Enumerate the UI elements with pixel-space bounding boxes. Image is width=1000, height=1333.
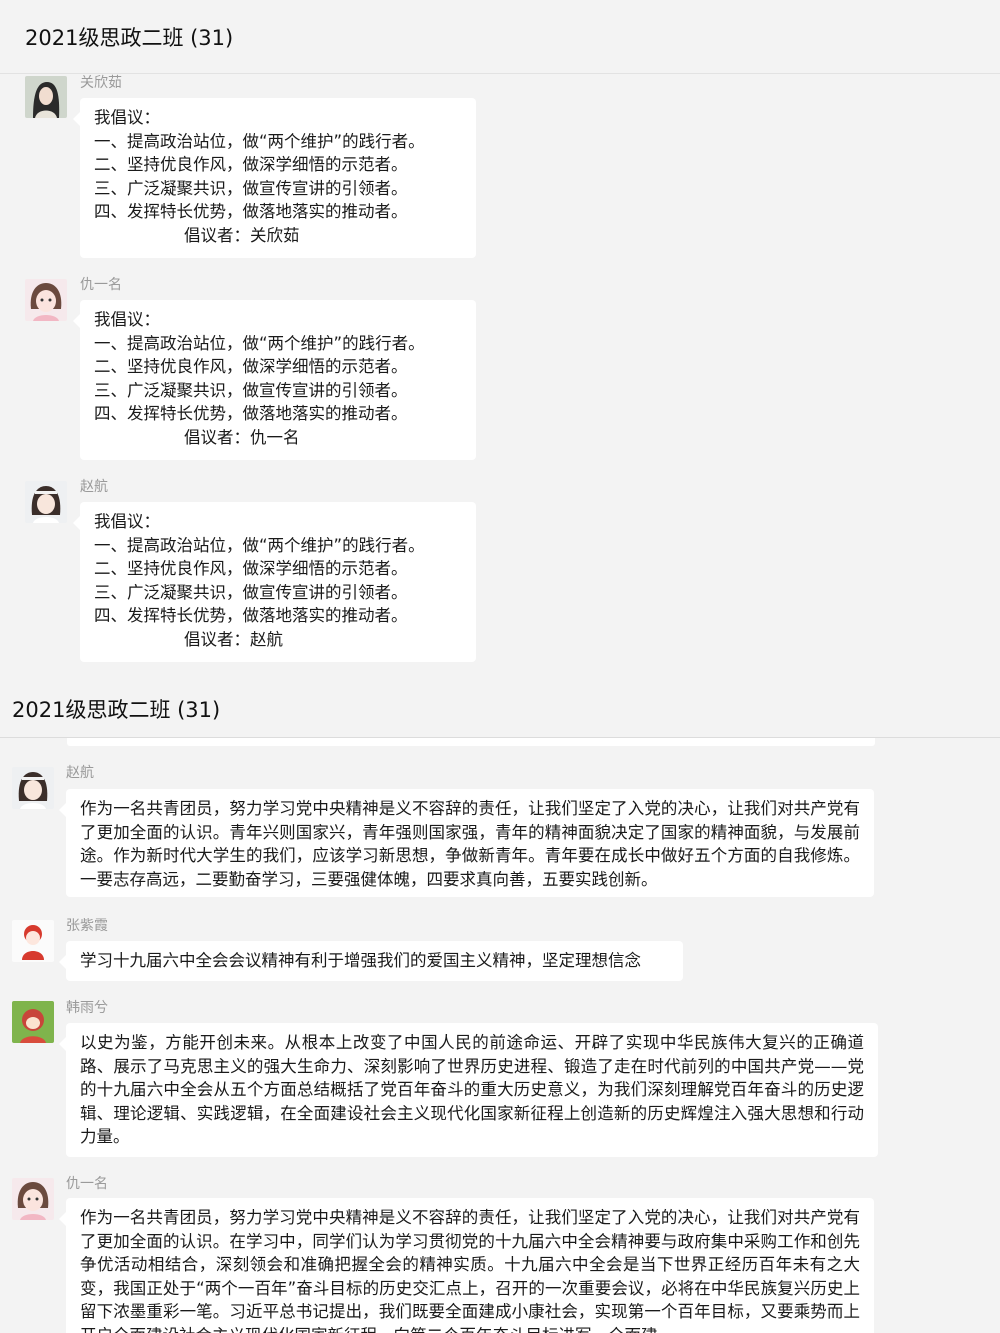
proposal-item: 三、广泛凝聚共识，做宣传宣讲的引领者。 <box>94 582 408 602</box>
proposal-item: 四、发挥特长优势，做落地落实的推动者。 <box>94 202 408 221</box>
message-bubble[interactable]: 我倡议： 一、提高政治站位，做“两个维护”的践行者。 二、坚持优良作风，做深学细… <box>73 502 476 662</box>
proposal-signer: 倡议者：赵航 <box>184 629 283 649</box>
proposal-item: 三、广泛凝聚共识，做宣传宣讲的引领者。 <box>94 178 408 198</box>
chat-window-1: 2021级思政二班 (31) 关欣茹 我倡议： 一、提高政治站位，做“两个维护”… <box>0 0 1000 680</box>
message-text: 作为一名共青团员，努力学习党中央精神是义不容辞的责任，让我们坚定了入党的决心，让… <box>80 1208 860 1333</box>
chat-header: 2021级思政二班 (31) <box>0 0 1000 74</box>
message-text: 学习十九届六中全会会议精神有利于增强我们的爱国主义精神，坚定理想信念 <box>80 951 641 970</box>
message-bubble[interactable]: 作为一名共青团员，努力学习党中央精神是义不容辞的责任，让我们坚定了入党的决心，让… <box>59 789 874 897</box>
proposal-item: 四、发挥特长优势，做落地落实的推动者。 <box>94 606 408 625</box>
proposal-item: 二、坚持优良作风，做深学细悟的示范者。 <box>94 357 408 376</box>
avatar[interactable] <box>25 76 67 118</box>
avatar[interactable] <box>12 1178 54 1220</box>
avatar-girl-headband-icon <box>25 481 67 523</box>
proposal-signer: 倡议者：仇一名 <box>184 427 300 447</box>
chat-window-2: 2021级思政二班 (31) 赵航 作为一名共青团员，努力学习党中央精神是义不容… <box>0 680 1000 1333</box>
message-bubble[interactable]: 我倡议： 一、提高政治站位，做“两个维护”的践行者。 二、坚持优良作风，做深学细… <box>73 300 476 460</box>
proposal-item: 四、发挥特长优势，做落地落实的推动者。 <box>94 404 408 423</box>
proposal-item: 二、坚持优良作风，做深学细悟的示范者。 <box>94 155 408 174</box>
proposal-item: 三、广泛凝聚共识，做宣传宣讲的引领者。 <box>94 380 408 400</box>
avatar-woman-dark-hair-icon <box>25 76 67 118</box>
message-text: 以史为鉴，方能开创未来。从根本上改变了中国人民的前途命运、开辟了实现中华民族伟大… <box>80 1033 864 1146</box>
avatar[interactable] <box>12 920 54 962</box>
sender-name: 张紫霞 <box>66 918 108 934</box>
chat-title: 2021级思政二班 (31) <box>12 697 221 722</box>
chat-title: 2021级思政二班 (31) <box>25 25 234 50</box>
sender-name: 关欣茹 <box>80 75 122 91</box>
avatar-girl-pink-icon <box>12 1178 54 1220</box>
avatar-cartoon-green-icon <box>12 1001 54 1043</box>
sender-name: 赵航 <box>80 479 108 495</box>
message-bubble[interactable]: 我倡议： 一、提高政治站位，做“两个维护”的践行者。 二、坚持优良作风，做深学细… <box>73 98 476 258</box>
message-bubble[interactable]: 以史为鉴，方能开创未来。从根本上改变了中国人民的前途命运、开辟了实现中华民族伟大… <box>59 1023 878 1157</box>
avatar[interactable] <box>25 481 67 523</box>
previous-bubble-edge <box>67 738 875 746</box>
proposal-item: 一、提高政治站位，做“两个维护”的践行者。 <box>94 333 425 353</box>
sender-name: 仇一名 <box>80 277 122 293</box>
avatar[interactable] <box>12 767 54 809</box>
proposal-heading: 我倡议： <box>94 108 160 127</box>
message-bubble[interactable]: 学习十九届六中全会会议精神有利于增强我们的爱国主义精神，坚定理想信念 <box>59 941 683 981</box>
proposal-item: 一、提高政治站位，做“两个维护”的践行者。 <box>94 535 425 555</box>
avatar-cartoon-red-icon <box>12 920 54 962</box>
avatar-girl-headband-icon <box>12 767 54 809</box>
avatar[interactable] <box>25 279 67 321</box>
message-bubble[interactable]: 作为一名共青团员，努力学习党中央精神是义不容辞的责任，让我们坚定了入党的决心，让… <box>59 1198 874 1333</box>
proposal-heading: 我倡议： <box>94 512 160 531</box>
sender-name: 赵航 <box>66 765 94 781</box>
sender-name: 仇一名 <box>66 1176 108 1192</box>
avatar-girl-pink-icon <box>25 279 67 321</box>
avatar[interactable] <box>12 1001 54 1043</box>
proposal-item: 一、提高政治站位，做“两个维护”的践行者。 <box>94 131 425 151</box>
proposal-item: 二、坚持优良作风，做深学细悟的示范者。 <box>94 559 408 578</box>
sender-name: 韩雨兮 <box>66 1000 108 1016</box>
proposal-signer: 倡议者：关欣茹 <box>184 225 300 245</box>
proposal-heading: 我倡议： <box>94 310 160 329</box>
message-text: 作为一名共青团员，努力学习党中央精神是义不容辞的责任，让我们坚定了入党的决心，让… <box>80 799 860 889</box>
chat-header: 2021级思政二班 (31) <box>0 680 1000 738</box>
